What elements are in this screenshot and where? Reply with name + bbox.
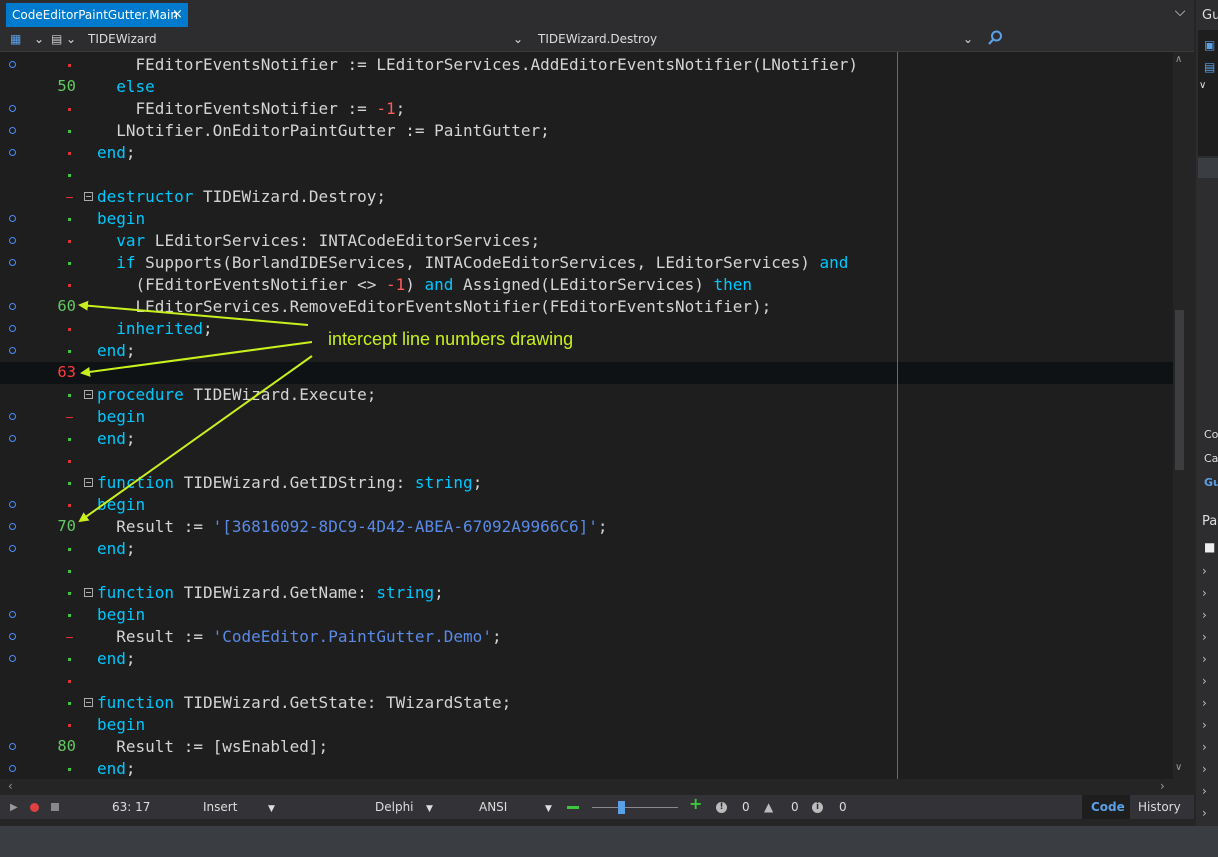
tab-code[interactable]: Code bbox=[1082, 795, 1130, 819]
chevron-down-icon[interactable]: ∨ bbox=[1175, 762, 1182, 773]
panel-title: Gu bbox=[1202, 8, 1218, 23]
chevron-right-icon[interactable]: › bbox=[1202, 762, 1207, 776]
project-icon: ▣ bbox=[1204, 38, 1216, 52]
zoom-slider-track[interactable] bbox=[592, 807, 678, 808]
chevron-down-icon[interactable]: ⌄ bbox=[66, 30, 76, 48]
annotation-arrows bbox=[78, 300, 313, 523]
code-editor[interactable]: FEditorEventsNotifier := LEditorServices… bbox=[0, 52, 1186, 779]
zoom-out-icon[interactable] bbox=[567, 806, 579, 809]
record-icon[interactable] bbox=[30, 803, 39, 812]
close-icon[interactable]: × bbox=[172, 3, 183, 27]
file-icon: ▤ bbox=[1204, 60, 1216, 74]
insert-mode[interactable]: Insert bbox=[203, 800, 237, 814]
tab-code-label: Code bbox=[1091, 800, 1125, 814]
tab-history[interactable]: History bbox=[1138, 800, 1181, 814]
chevron-right-icon[interactable]: › bbox=[1202, 784, 1207, 798]
cursor-position: 63: 17 bbox=[112, 800, 151, 814]
bottom-frame bbox=[0, 826, 1218, 857]
hint-count: 0 bbox=[839, 800, 847, 814]
error-icon[interactable]: ! bbox=[716, 802, 727, 813]
tab-main-unit[interactable]: CodeEditorPaintGutter.Main × bbox=[6, 3, 188, 27]
chevron-down-icon[interactable]: ∨ bbox=[1199, 80, 1206, 91]
chevron-down-icon[interactable]: ⌵ bbox=[1170, 4, 1190, 24]
panel-selected-row[interactable] bbox=[1198, 158, 1218, 178]
chevron-right-icon[interactable]: › bbox=[1202, 564, 1207, 578]
palette-icon: ■ bbox=[1204, 540, 1216, 554]
chevron-right-icon[interactable]: › bbox=[1202, 696, 1207, 710]
class-selector[interactable]: TIDEWizard bbox=[88, 30, 157, 48]
play-icon[interactable]: ▶ bbox=[10, 801, 18, 815]
panel-tab-co[interactable]: Co bbox=[1204, 428, 1218, 441]
chevron-down-icon[interactable]: ⌄ bbox=[34, 30, 44, 48]
chevron-right-icon[interactable]: › bbox=[1202, 740, 1207, 754]
palette-title: Pa bbox=[1202, 514, 1218, 529]
right-tool-panel: Gu ▣ ▤ ∨ Co Ca Gu Pa ■ › › › › › › › › › › › › bbox=[1196, 0, 1218, 826]
warning-icon[interactable]: ▲ bbox=[764, 800, 773, 814]
warning-count: 0 bbox=[791, 800, 799, 814]
vertical-scrollbar-thumb[interactable] bbox=[1175, 310, 1184, 470]
class-icon: ▤ bbox=[51, 32, 63, 46]
panel-tab-ca[interactable]: Ca bbox=[1204, 452, 1218, 465]
error-count: 0 bbox=[742, 800, 750, 814]
chevron-right-icon[interactable]: › bbox=[1202, 652, 1207, 666]
chevron-right-icon[interactable]: › bbox=[1202, 806, 1207, 820]
method-selector[interactable]: TIDEWizard.Destroy bbox=[538, 30, 657, 48]
search-icon[interactable] bbox=[987, 30, 1003, 51]
structure-icon[interactable]: ▦ bbox=[10, 30, 21, 48]
chevron-right-icon[interactable]: › bbox=[1202, 718, 1207, 732]
chevron-right-icon[interactable]: › bbox=[1202, 630, 1207, 644]
chevron-right-icon[interactable]: › bbox=[1202, 674, 1207, 688]
stop-icon[interactable] bbox=[51, 803, 59, 811]
info-icon[interactable]: i bbox=[812, 802, 823, 813]
chevron-down-icon[interactable]: ▼ bbox=[426, 802, 433, 816]
chevron-right-icon[interactable]: › bbox=[1160, 779, 1165, 793]
status-bar: ▶ 63: 17 Insert ▼ Delphi ▼ ANSI ▼ + ! 0 … bbox=[0, 795, 1194, 819]
chevron-down-icon[interactable]: ▼ bbox=[545, 802, 552, 816]
language-selector[interactable]: Delphi bbox=[375, 800, 414, 814]
chevron-down-icon[interactable]: ▼ bbox=[268, 802, 275, 816]
chevron-down-icon[interactable]: ⌄ bbox=[963, 30, 973, 48]
chevron-left-icon[interactable]: ‹ bbox=[8, 779, 13, 793]
encoding-selector[interactable]: ANSI bbox=[479, 800, 507, 814]
code-navigator: ▦ ⌄ ▤ ⌄ TIDEWizard ⌄ TIDEWizard.Destroy … bbox=[0, 27, 1194, 52]
zoom-in-icon[interactable]: + bbox=[689, 796, 702, 812]
horizontal-scrollbar[interactable]: ‹ › bbox=[0, 779, 1186, 795]
chevron-right-icon[interactable]: › bbox=[1202, 608, 1207, 622]
chevron-right-icon[interactable]: › bbox=[1202, 586, 1207, 600]
panel-tab-gu[interactable]: Gu bbox=[1204, 476, 1218, 489]
editor-tab-bar: CodeEditorPaintGutter.Main × ⌵ bbox=[0, 0, 1194, 27]
chevron-up-icon[interactable]: ∧ bbox=[1175, 54, 1182, 65]
zoom-slider-thumb[interactable] bbox=[618, 801, 625, 814]
tab-title: CodeEditorPaintGutter.Main bbox=[12, 8, 178, 22]
chevron-down-icon[interactable]: ⌄ bbox=[513, 30, 523, 48]
